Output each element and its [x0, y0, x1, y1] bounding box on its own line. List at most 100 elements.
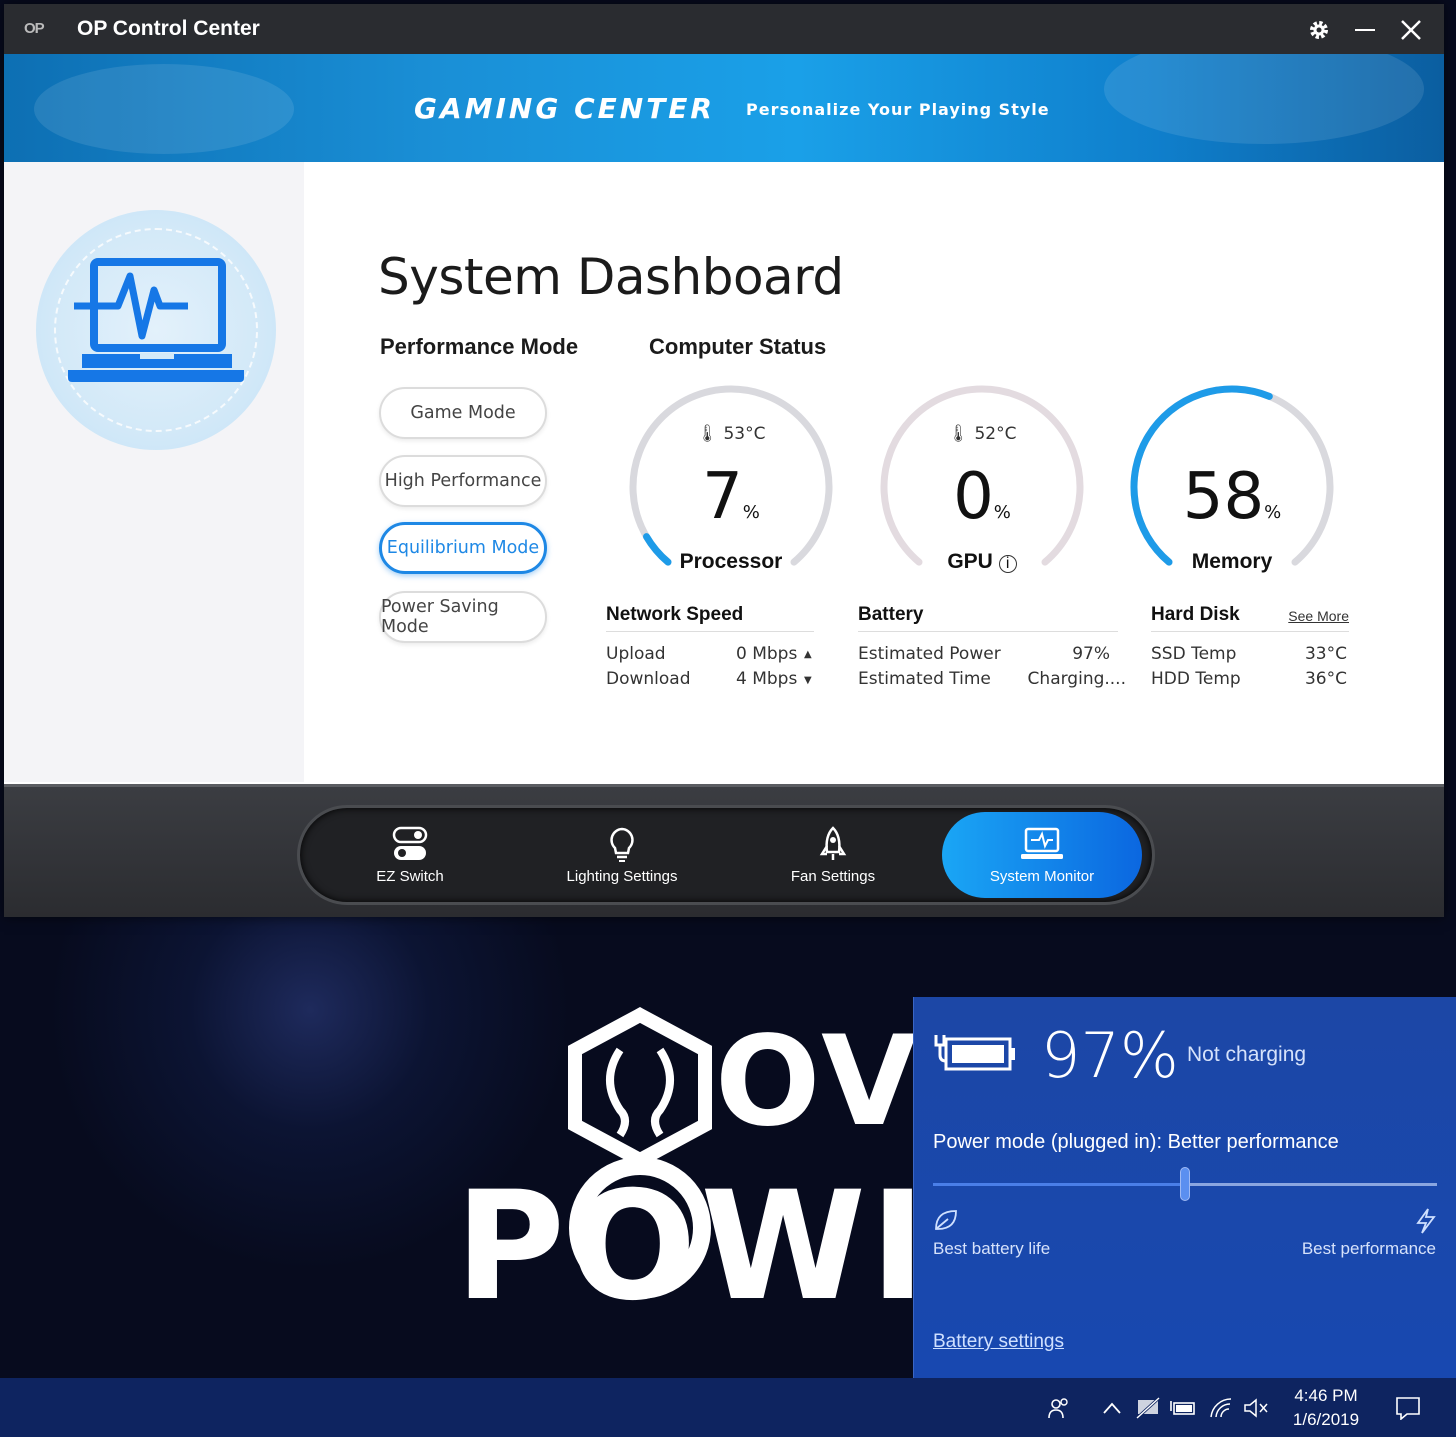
high-performance-button[interactable]: High Performance: [379, 455, 547, 507]
wallpaper-line1: OVE: [715, 1010, 915, 1154]
banner-cloud: [1104, 54, 1424, 144]
action-center-icon[interactable]: [1394, 1394, 1422, 1422]
clock-date: 1/6/2019: [1292, 1410, 1360, 1429]
hdd-temp-row: HDD Temp 36°C: [1151, 669, 1349, 694]
equilibrium-mode-button[interactable]: Equilibrium Mode: [379, 522, 547, 574]
gpu-gauge: 🌡 52°C 0% GPU i: [877, 382, 1087, 582]
memory-usage: 58%: [1127, 460, 1337, 534]
power-mode-slider[interactable]: [933, 1167, 1437, 1201]
hdd-temp-label: HDD Temp: [1151, 669, 1241, 689]
battery-settings-link[interactable]: Battery settings: [933, 1331, 1064, 1353]
laptop-monitor-icon: [1021, 827, 1063, 859]
battery-tray-icon[interactable]: [1170, 1394, 1198, 1422]
thermometer-icon: 🌡: [947, 424, 970, 444]
nav-system-monitor[interactable]: System Monitor: [942, 812, 1142, 898]
app-logo: OP: [24, 20, 45, 37]
gaming-center-banner: GAMING CENTER Personalize Your Playing S…: [4, 54, 1444, 162]
nav-fan-settings-label: Fan Settings: [790, 867, 876, 885]
info-icon[interactable]: i: [998, 555, 1017, 573]
nav-pill: EZ Switch Lighting Settings Fan Settings…: [297, 805, 1155, 905]
ssd-temp-label: SSD Temp: [1151, 644, 1237, 664]
estimated-power-label: Estimated Power: [858, 644, 1001, 664]
sidebar: [4, 162, 304, 782]
banner-cloud: [34, 64, 294, 154]
battery-flyout: 97% Not charging Power mode (plugged in)…: [913, 997, 1456, 1378]
gpu-usage-value: 0: [953, 460, 994, 534]
wallpaper-line2: POWI: [455, 1160, 915, 1320]
power-saving-mode-button[interactable]: Power Saving Mode: [379, 591, 547, 643]
people-icon[interactable]: [1045, 1394, 1073, 1422]
gpu-usage-unit: %: [993, 502, 1011, 523]
estimated-time-row: Estimated Time Charging....: [858, 669, 1126, 694]
processor-usage-unit: %: [742, 502, 760, 523]
network-speed-heading: Network Speed: [606, 604, 814, 632]
charging-status: Not charging: [1187, 1043, 1307, 1066]
gpu-temp-value: 52°C: [974, 424, 1017, 444]
estimated-power-row: Estimated Power 97%: [858, 644, 1118, 669]
nav-lighting-settings[interactable]: Lighting Settings: [522, 812, 722, 898]
wifi-icon[interactable]: [1208, 1394, 1236, 1422]
gpu-temp: 🌡 52°C: [877, 424, 1087, 444]
rocket-icon: [819, 825, 847, 860]
taskbar-clock[interactable]: 4:46 PM 1/6/2019: [1284, 1384, 1368, 1432]
bottom-nav-bar: EZ Switch Lighting Settings Fan Settings…: [4, 784, 1444, 917]
upload-value: 0 Mbps: [736, 644, 798, 664]
arrow-up-icon: ▲: [804, 649, 812, 660]
banner-subtitle: Personalize Your Playing Style: [746, 100, 1050, 119]
nav-ez-switch[interactable]: EZ Switch: [310, 812, 510, 898]
taskbar: 4:46 PM 1/6/2019: [0, 1378, 1456, 1437]
processor-label: Processor: [679, 550, 783, 573]
battery-section: Battery Estimated Power 97% Estimated Ti…: [858, 604, 1126, 694]
nav-fan-settings[interactable]: Fan Settings: [733, 812, 933, 898]
settings-gear-icon[interactable]: [1301, 12, 1337, 48]
toggle-switch-icon: [392, 826, 428, 860]
ssd-temp-row: SSD Temp 33°C: [1151, 644, 1349, 669]
estimated-time-value: Charging....: [1027, 669, 1126, 689]
lightning-icon: [1416, 1208, 1436, 1234]
hard-disk-header: Hard Disk See More: [1151, 604, 1349, 632]
performance-mode-heading: Performance Mode: [380, 334, 579, 359]
dashboard-main: System Dashboard Performance Mode Comput…: [304, 162, 1444, 782]
hard-disk-section: Hard Disk See More SSD Temp 33°C HDD Tem…: [1151, 604, 1349, 694]
banner-title: GAMING CENTER: [414, 92, 715, 125]
hard-disk-heading: Hard Disk: [1151, 604, 1240, 625]
see-more-link[interactable]: See More: [1288, 608, 1349, 624]
estimated-time-label: Estimated Time: [858, 669, 991, 689]
processor-temp: 🌡 53°C: [626, 424, 836, 444]
leaf-icon: [935, 1210, 957, 1230]
battery-plug-icon: [934, 1035, 1015, 1071]
volume-muted-icon[interactable]: [1242, 1394, 1270, 1422]
estimated-power-value: 97%: [1072, 644, 1110, 664]
battery-percent: 97%: [1041, 1019, 1179, 1092]
close-icon[interactable]: [1393, 12, 1429, 48]
page-title: System Dashboard: [378, 248, 844, 306]
minimize-icon[interactable]: [1347, 12, 1383, 48]
slider-thumb[interactable]: [1180, 1167, 1190, 1201]
laptop-pulse-icon: [68, 258, 244, 382]
memory-usage-unit: %: [1264, 502, 1282, 523]
best-battery-label: Best battery life: [933, 1239, 1051, 1258]
processor-gauge: 🌡 53°C 7% Processor: [626, 382, 836, 582]
hdd-temp-value: 36°C: [1304, 669, 1347, 689]
best-performance-label: Best performance: [1301, 1239, 1436, 1258]
gpu-usage: 0%: [877, 460, 1087, 534]
upload-label: Upload: [606, 644, 666, 664]
processor-usage-value: 7: [702, 460, 743, 534]
chevron-up-icon[interactable]: [1098, 1394, 1126, 1422]
download-label: Download: [606, 669, 691, 689]
computer-status-heading: Computer Status: [649, 334, 827, 359]
window-title: OP Control Center: [77, 17, 260, 40]
ssd-temp-value: 33°C: [1304, 644, 1347, 664]
nav-lighting-settings-label: Lighting Settings: [566, 867, 678, 885]
clock-time: 4:46 PM: [1294, 1386, 1358, 1405]
network-off-icon[interactable]: [1134, 1394, 1162, 1422]
slider-fill: [933, 1183, 1185, 1186]
memory-usage-value: 58: [1182, 460, 1265, 534]
title-bar: OP OP Control Center: [4, 4, 1444, 54]
download-value: 4 Mbps: [736, 669, 798, 689]
nav-ez-switch-label: EZ Switch: [376, 867, 444, 885]
upload-row: Upload 0 Mbps ▲: [606, 644, 814, 669]
processor-temp-value: 53°C: [723, 424, 766, 444]
system-monitor-hero: [36, 210, 276, 450]
game-mode-button[interactable]: Game Mode: [379, 387, 547, 439]
